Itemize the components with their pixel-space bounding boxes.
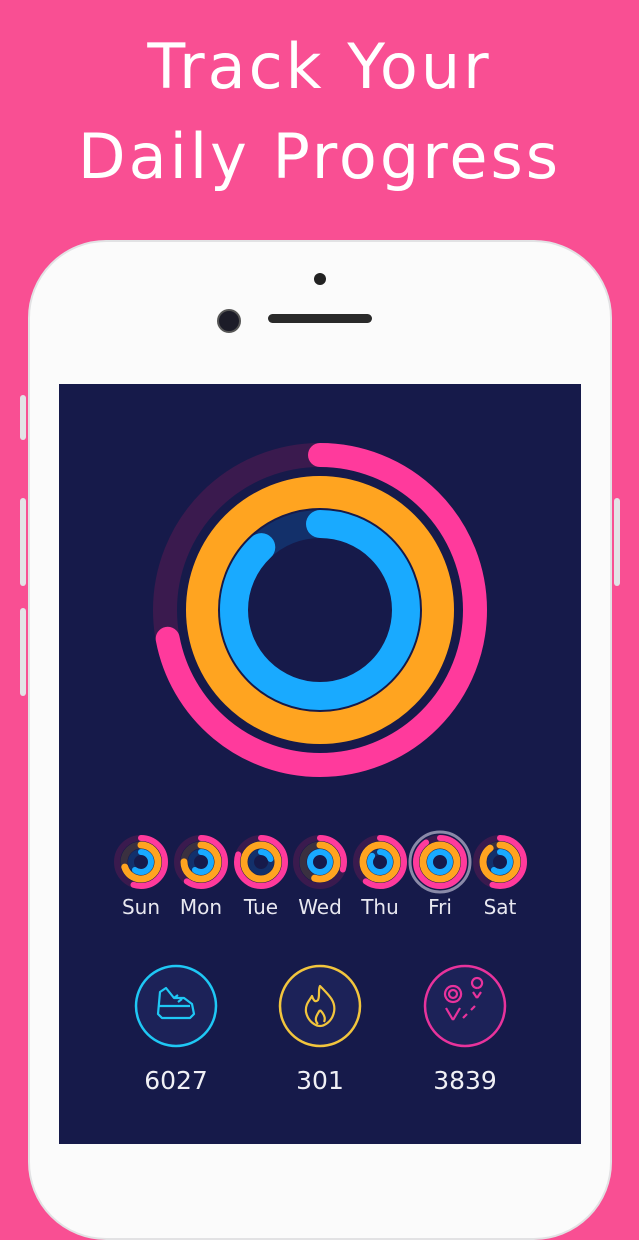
day-ring-mon[interactable] bbox=[171, 832, 231, 892]
route-stat-button[interactable] bbox=[423, 964, 507, 1048]
shoe-stat-button[interactable] bbox=[134, 964, 218, 1048]
flame-stat-button[interactable] bbox=[278, 964, 362, 1048]
stat-value: 301 bbox=[296, 1066, 344, 1095]
day-ring-thu[interactable] bbox=[350, 832, 410, 892]
day-ring-tue[interactable] bbox=[231, 832, 291, 892]
day-ring-fri[interactable] bbox=[410, 832, 470, 892]
stand-ring bbox=[220, 510, 420, 710]
day-ring-sun[interactable] bbox=[111, 832, 171, 892]
day-ring-sat[interactable] bbox=[470, 832, 530, 892]
activity-rings bbox=[111, 443, 530, 1048]
stat-value: 6027 bbox=[144, 1066, 208, 1095]
day-ring-wed[interactable] bbox=[290, 832, 350, 892]
day-label[interactable]: Sat bbox=[465, 895, 535, 919]
stat-value: 3839 bbox=[433, 1066, 497, 1095]
